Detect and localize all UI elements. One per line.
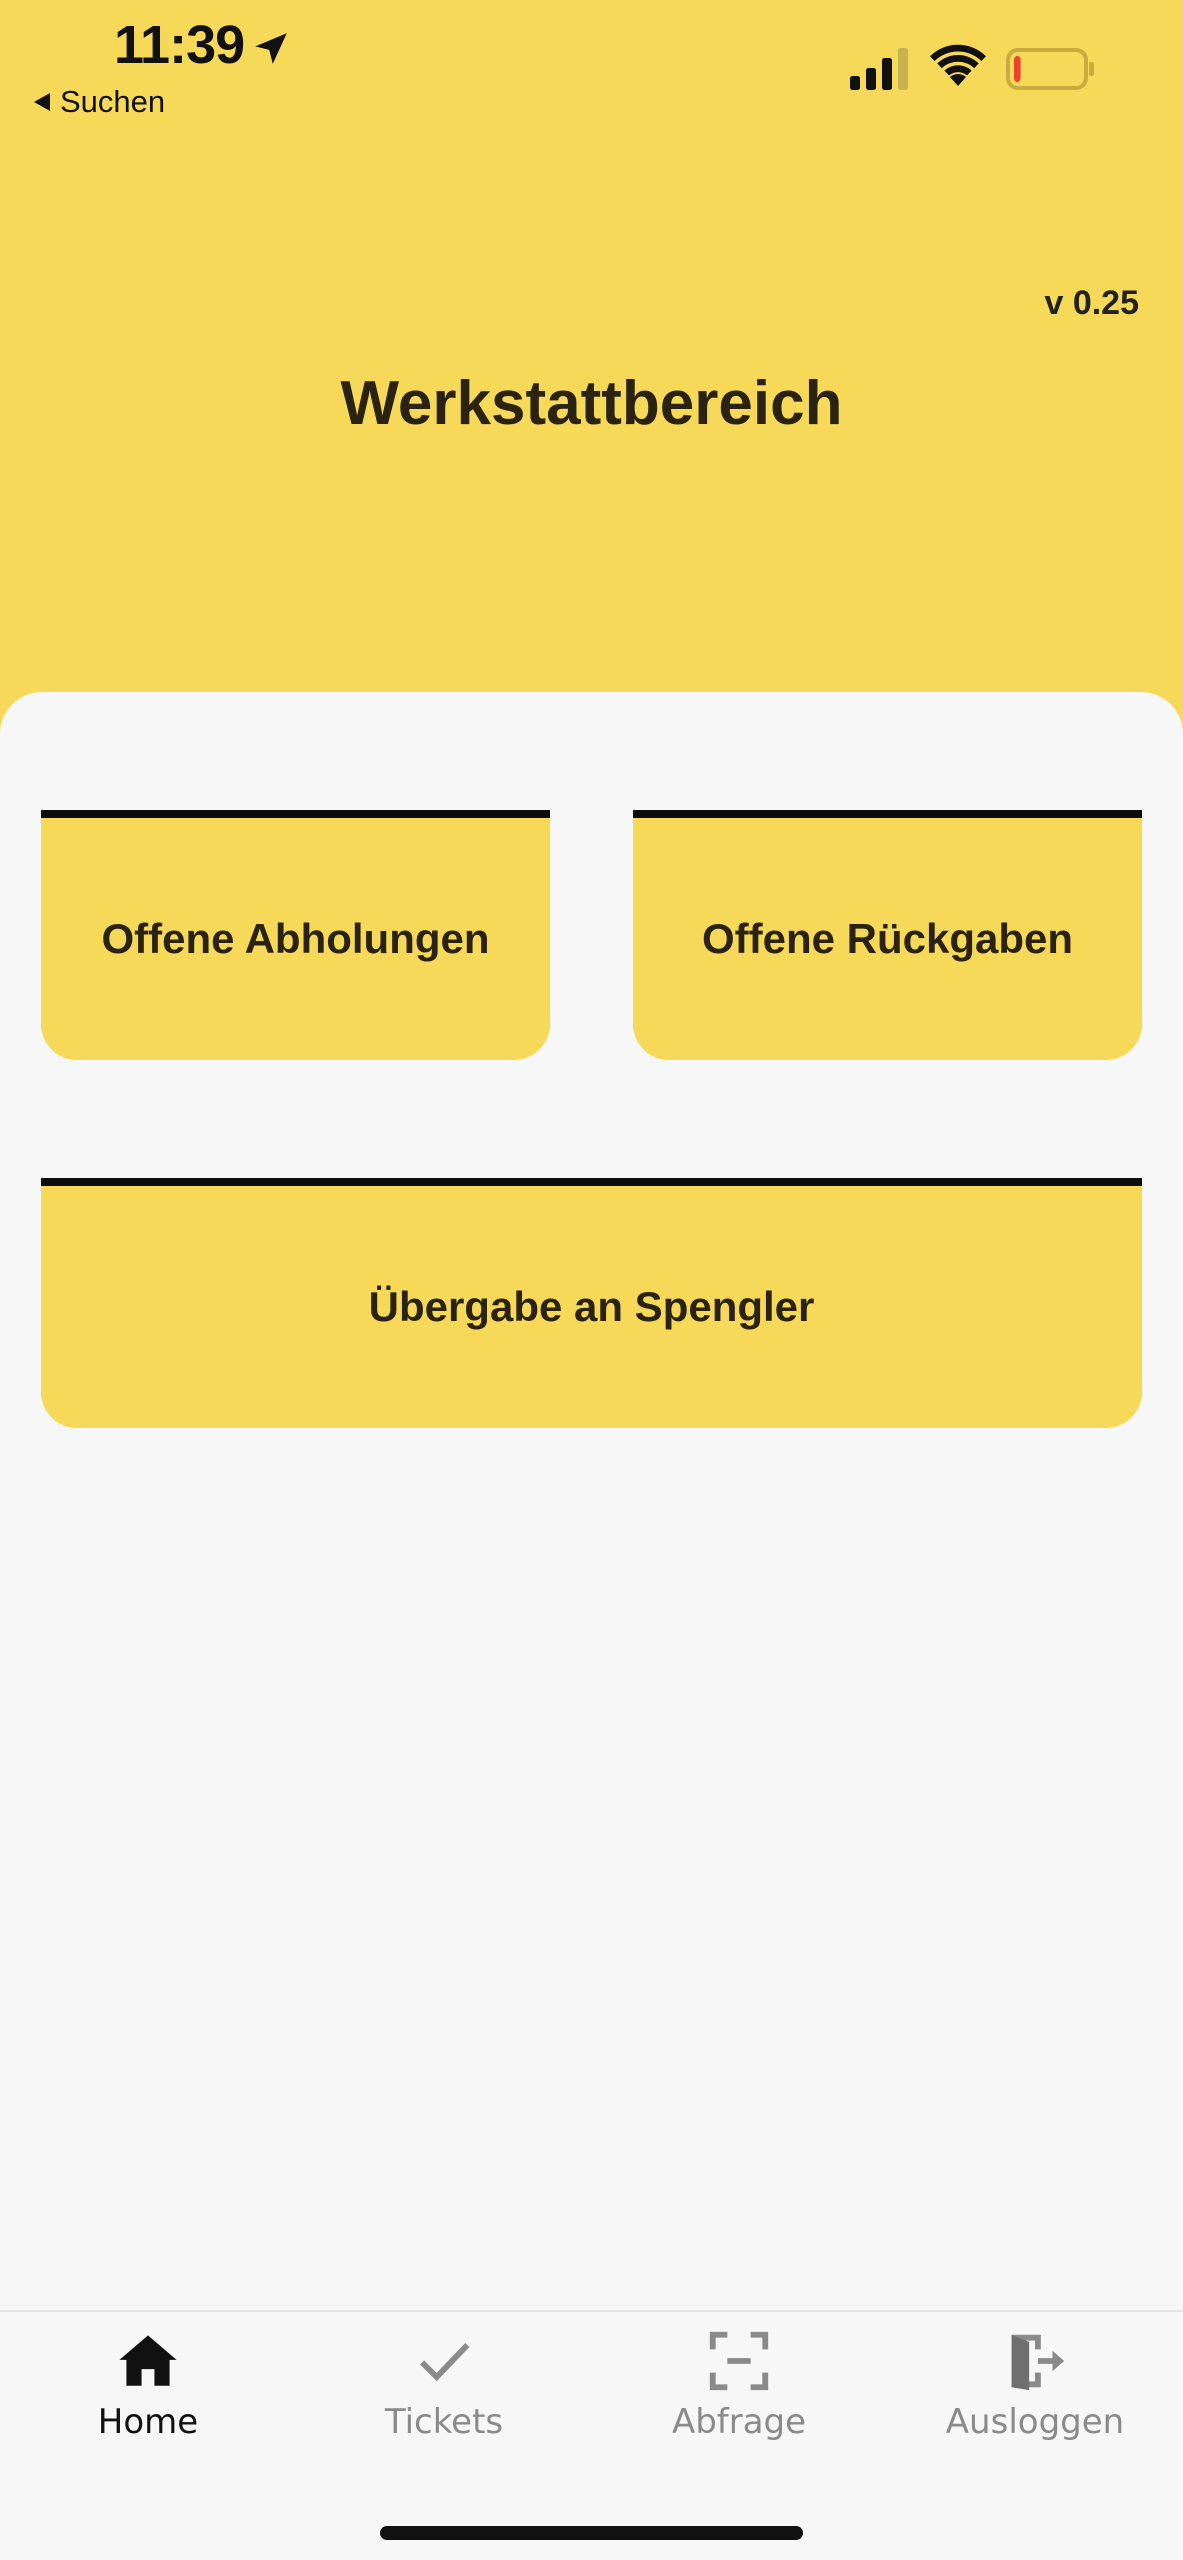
tab-home[interactable]: Home <box>0 2312 296 2472</box>
back-arrow-icon <box>34 93 50 111</box>
home-indicator[interactable] <box>380 2526 803 2540</box>
back-to-search-link[interactable]: Suchen <box>34 84 165 120</box>
open-pickups-button[interactable]: Offene Abholungen <box>41 810 550 1060</box>
handover-to-bodyshop-label: Übergabe an Spengler <box>368 1283 815 1330</box>
bottom-tab-bar: Home Tickets Abfrage Ausloggen <box>0 2310 1183 2560</box>
app-version-label: v 0.25 <box>1044 284 1139 322</box>
tab-ausloggen[interactable]: Ausloggen <box>887 2312 1183 2472</box>
status-clock: 11:39 <box>114 15 245 75</box>
tab-tickets[interactable]: Tickets <box>296 2312 592 2472</box>
scan-icon <box>709 2331 769 2391</box>
wifi-icon <box>930 44 986 86</box>
back-link-label: Suchen <box>60 84 166 119</box>
open-returns-label: Offene Rückgaben <box>701 915 1074 962</box>
location-arrow-icon <box>255 33 287 64</box>
tab-abfrage[interactable]: Abfrage <box>591 2312 887 2472</box>
tab-tickets-label: Tickets <box>384 2402 504 2442</box>
cellular-signal-icon <box>850 48 908 90</box>
tab-abfrage-label: Abfrage <box>671 2402 807 2442</box>
tab-home-label: Home <box>97 2402 199 2442</box>
page-title: Werkstattbereich <box>340 369 843 438</box>
battery-icon <box>1006 48 1094 90</box>
logout-icon <box>1011 2334 1065 2391</box>
status-bar: 11:39 Suchen <box>0 0 1183 130</box>
handover-to-bodyshop-button[interactable]: Übergabe an Spengler <box>41 1178 1142 1428</box>
home-icon <box>119 2335 177 2386</box>
main-panel: Offene Abholungen Offene Rückgaben Überg… <box>0 692 1183 2310</box>
check-icon <box>420 2342 470 2382</box>
app-screen: { "status_bar": { "time": "11:39", "back… <box>0 0 1183 2560</box>
open-returns-button[interactable]: Offene Rückgaben <box>633 810 1142 1060</box>
tab-ausloggen-label: Ausloggen <box>945 2402 1125 2442</box>
open-pickups-label: Offene Abholungen <box>101 915 490 962</box>
